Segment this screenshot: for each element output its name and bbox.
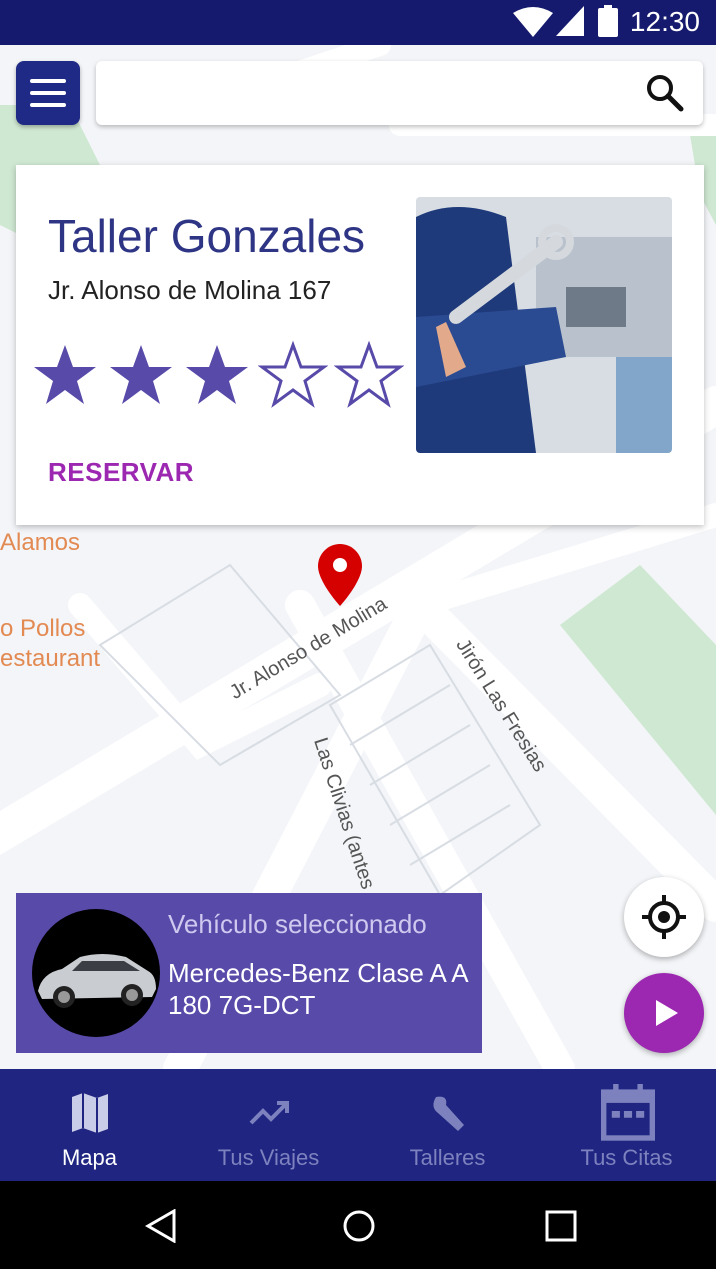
wrench-icon [433,1096,464,1131]
nav-item-tus-citas[interactable]: Tus Citas [537,1069,716,1181]
system-navigation-bar [0,1181,716,1269]
signal-icon [556,6,584,36]
selected-vehicle-panel[interactable]: Vehículo seleccionado Mercedes-Benz Clas… [16,893,482,1053]
battery-icon [598,5,618,37]
nav-item-mapa[interactable]: Mapa [0,1069,179,1181]
bottom-navigation: Mapa Tus Viajes Talleres Tus Citas [0,1069,716,1181]
trending-up-icon [249,1101,289,1125]
start-trip-button[interactable] [624,973,704,1053]
menu-icon [30,79,66,83]
nav-item-talleres[interactable]: Talleres [358,1069,537,1181]
star-filled-icon [34,345,96,404]
star-filled-icon [186,345,248,404]
nav-item-tus-viajes[interactable]: Tus Viajes [179,1069,358,1181]
workshop-card[interactable]: Taller Gonzales Jr. Alonso de Molina 167… [16,165,704,525]
star-filled-icon [110,345,172,404]
menu-button[interactable] [16,61,80,125]
vehicle-name: Mercedes-Benz Clase A A 180 7G-DCT [168,958,468,1020]
map-icon [72,1093,108,1133]
calendar-icon [601,1084,655,1141]
star-outline-icon [258,341,328,408]
recents-icon[interactable] [544,1209,578,1243]
search-bar[interactable] [96,61,703,125]
poi-label: estaurant [0,645,101,672]
status-time: 12:30 [629,6,700,37]
nav-label: Talleres [409,1145,486,1170]
star-outline-icon [334,341,404,408]
menu-icon-line [30,103,66,107]
menu-icon-line [30,91,66,95]
reserve-button[interactable]: RESERVAR [48,457,194,488]
vehicle-label: Vehículo seleccionado [168,909,427,939]
my-location-button[interactable] [624,877,704,957]
workshop-photo [416,197,672,453]
play-icon [656,1000,678,1026]
home-icon[interactable] [342,1209,376,1243]
poi-label: o Pollos [0,615,86,642]
workshop-address: Jr. Alonso de Molina 167 [48,275,332,305]
nav-label: Tus Citas [580,1145,673,1170]
search-icon[interactable] [645,73,685,113]
nav-label: Mapa [61,1145,118,1170]
status-bar: 12:30 [0,0,716,45]
workshop-title: Taller Gonzales [48,210,366,262]
crosshair-icon [642,895,686,939]
nav-label: Tus Viajes [217,1145,320,1170]
location-pin-icon[interactable] [318,544,362,606]
vehicle-photo [32,909,160,1037]
poi-label: Alamos [0,529,81,556]
back-icon[interactable] [144,1209,178,1243]
wifi-icon [513,7,553,37]
